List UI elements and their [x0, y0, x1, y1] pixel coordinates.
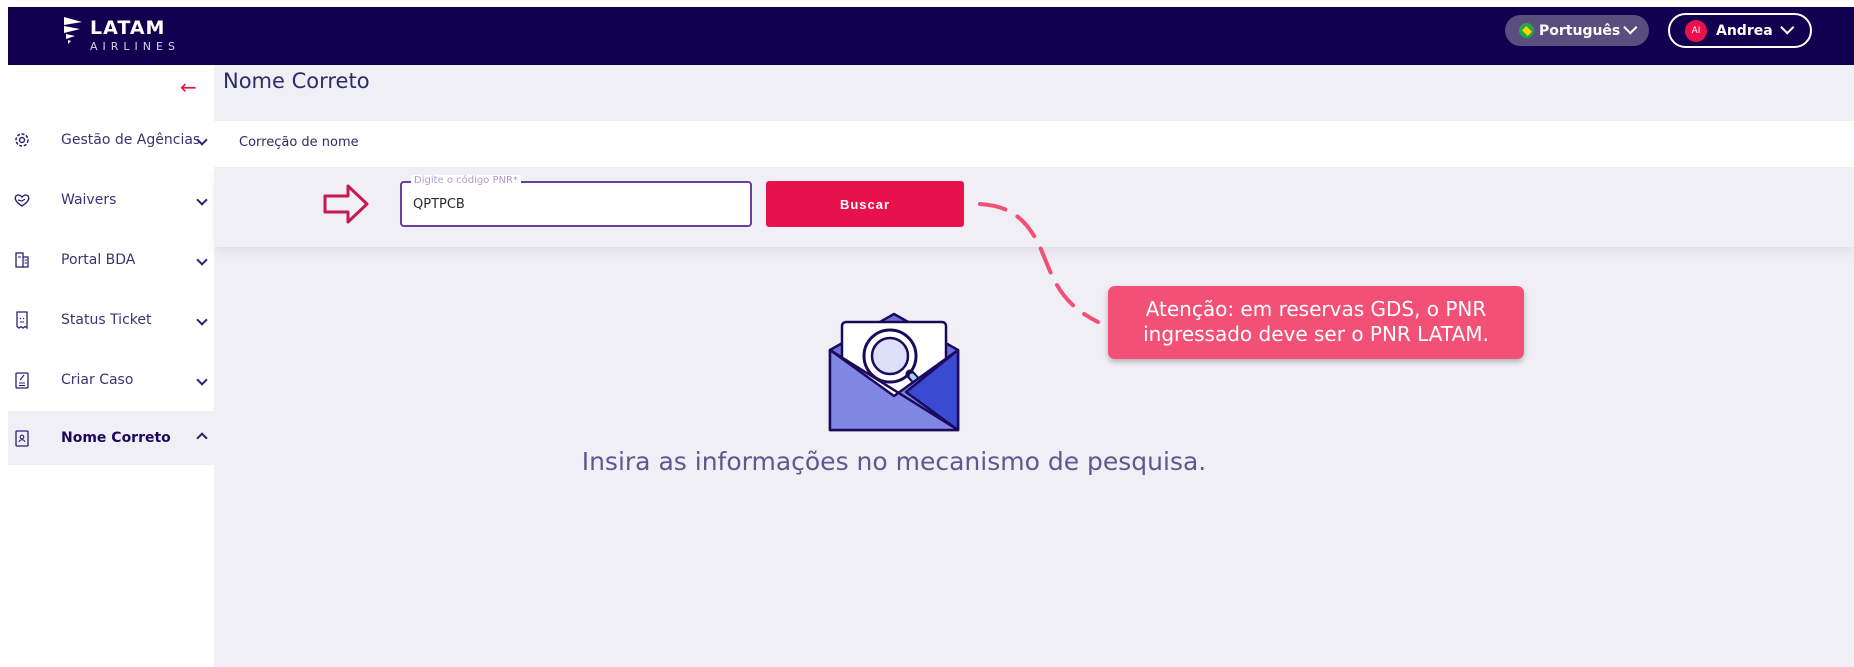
callout-connector-line [978, 202, 1100, 324]
language-selector[interactable]: Português [1505, 15, 1650, 46]
sidebar-item-label: Portal BDA [61, 252, 136, 268]
callout-text-line2: ingressado deve ser o PNR LATAM. [1143, 322, 1489, 346]
pnr-field-label: Digite o código PNR* [411, 175, 521, 186]
sidebar-item-status-ticket[interactable]: Status Ticket [8, 293, 214, 347]
callout-text-line1: Atenção: em reservas GDS, o PNR [1145, 297, 1487, 321]
chevron-down-icon [1779, 19, 1795, 35]
clipboard-icon [15, 372, 29, 389]
chevron-down-icon [196, 254, 208, 266]
chevron-down-icon [196, 194, 208, 206]
page-title: Nome Correto [223, 69, 370, 93]
chevron-up-icon [196, 432, 208, 444]
chevron-down-icon [1623, 19, 1638, 35]
latam-logo[interactable]: LATAM AIRLINES [60, 13, 180, 52]
sidebar-item-label: Waivers [61, 192, 117, 208]
logo-name: LATAM [90, 17, 166, 39]
card-header: Correção de nome [214, 121, 1854, 167]
sidebar-item-label: Criar Caso [61, 372, 134, 388]
logo-subtitle: AIRLINES [90, 40, 180, 53]
empty-state-message: Insira as informações no mecanismo de pe… [581, 447, 1207, 476]
sidebar-item-portal-bda[interactable]: Portal BDA [8, 233, 214, 287]
app-frame: LATAM AIRLINES Português AI Andrea ← Ges… [8, 7, 1854, 667]
latam-logo-icon [64, 17, 82, 44]
user-menu-button[interactable]: AI Andrea [1668, 13, 1812, 48]
card-header-title: Correção de nome [239, 135, 359, 150]
ticket-icon [16, 311, 28, 330]
sidebar-item-label: Nome Correto [61, 430, 171, 446]
sidebar-item-nome-correto[interactable]: Nome Correto [8, 411, 214, 465]
top-navbar: LATAM AIRLINES Português AI Andrea [8, 7, 1854, 65]
user-name: Andrea [1716, 22, 1773, 39]
language-label: Português [1539, 22, 1621, 39]
sidebar-item-gestao-agencias[interactable]: Gestão de Agências [8, 113, 214, 167]
sidebar-item-criar-caso[interactable]: Criar Caso [8, 353, 214, 407]
search-button[interactable]: Buscar [766, 181, 964, 227]
pnr-field[interactable]: Digite o código PNR* [400, 175, 752, 227]
document-icon [15, 252, 29, 268]
sidebar-item-waivers[interactable]: Waivers [8, 173, 214, 227]
arrow-right-icon [323, 184, 369, 224]
heart-hand-icon [14, 194, 30, 207]
envelope-search-illustration-icon [828, 312, 960, 432]
chevron-down-icon [196, 314, 208, 326]
collapse-sidebar-arrow-icon[interactable]: ← [180, 75, 197, 99]
avatar: AI [1685, 19, 1707, 42]
gear-icon [15, 133, 29, 147]
pnr-input[interactable] [413, 197, 733, 212]
badge-icon [15, 430, 29, 447]
brazil-flag-icon [1519, 23, 1534, 38]
sidebar-item-label: Gestão de Agências [61, 132, 201, 148]
sidebar-item-label: Status Ticket [61, 312, 152, 328]
sidebar: ← Gestão de Agências Waivers Portal BDA … [8, 65, 214, 667]
callout-tooltip: Atenção: em reservas GDS, o PNR ingressa… [1108, 286, 1524, 359]
chevron-down-icon [196, 374, 208, 386]
